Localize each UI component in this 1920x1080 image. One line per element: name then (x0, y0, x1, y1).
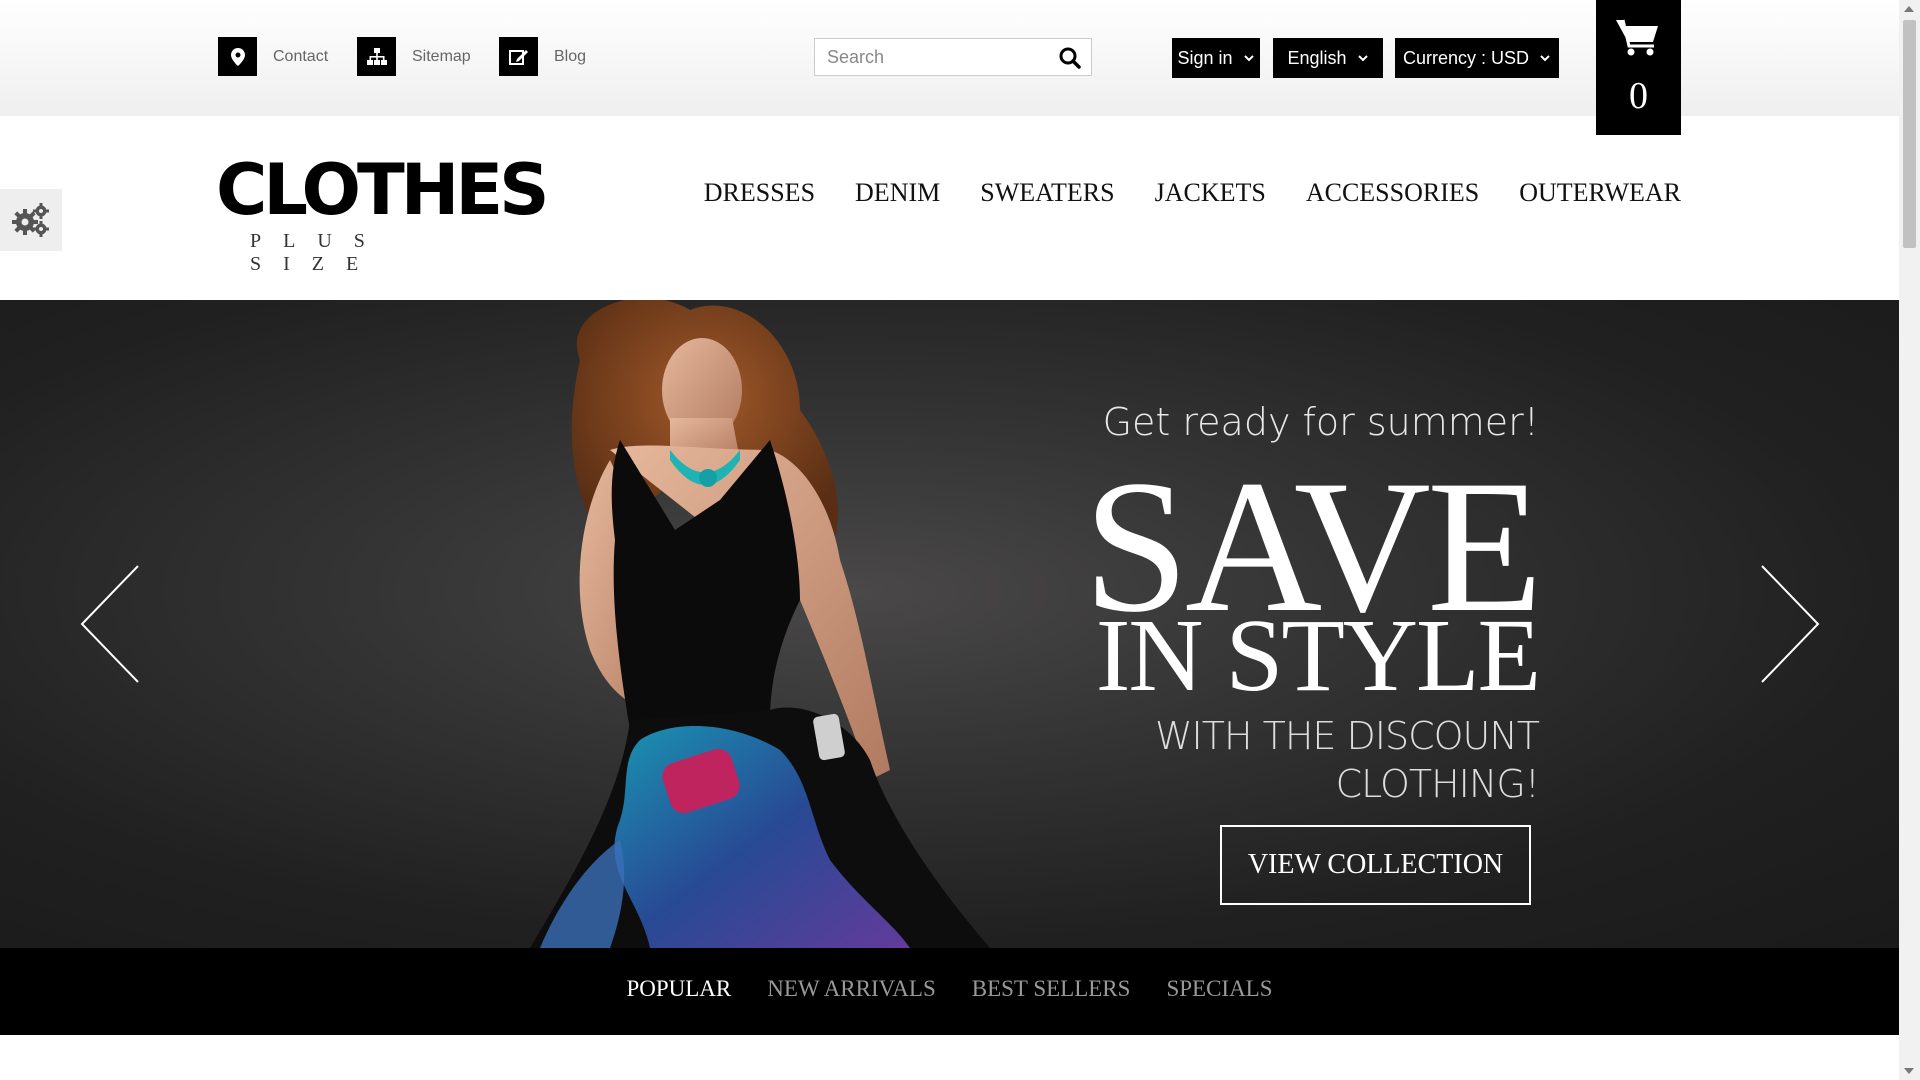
tab-new-arrivals[interactable]: NEW ARRIVALS (767, 976, 935, 1002)
settings-toggle[interactable] (0, 189, 62, 251)
prev-slide-button[interactable] (80, 564, 140, 684)
nav-outerwear[interactable]: OUTERWEAR (1519, 178, 1681, 208)
scroll-up-arrow-icon[interactable] (1904, 6, 1914, 12)
page: Contact Sitemap Blog Sign in English (0, 0, 1899, 1080)
blog-label: Blog (554, 47, 587, 65)
hero-headline-2: IN STYLE (1095, 598, 1541, 713)
nav-dresses[interactable]: DRESSES (704, 178, 815, 208)
hero-subline-1: WITH THE DISCOUNT (1154, 714, 1540, 758)
sitemap-label: Sitemap (412, 47, 471, 65)
search-button[interactable] (1057, 45, 1083, 71)
nav-sweaters[interactable]: SWEATERS (980, 178, 1114, 208)
hero-subline: WITH THE DISCOUNT CLOTHING! (939, 712, 1540, 808)
search-input[interactable] (827, 39, 1047, 75)
nav-denim[interactable]: DENIM (855, 178, 940, 208)
tab-specials[interactable]: SPECIALS (1166, 976, 1272, 1002)
search-icon (1059, 47, 1081, 69)
signin-label: Sign in (1177, 47, 1233, 68)
view-collection-button[interactable]: VIEW COLLECTION (1220, 825, 1531, 905)
shopping-cart-icon (1616, 19, 1658, 56)
cart-button[interactable]: 0 (1596, 0, 1681, 135)
tab-popular[interactable]: POPULAR (626, 976, 731, 1002)
currency-dropdown[interactable]: Currency : USD (1395, 38, 1559, 78)
contact-link[interactable]: Contact (218, 37, 328, 76)
blog-link[interactable]: Blog (499, 37, 586, 76)
sitemap-icon (357, 37, 396, 76)
top-bar: Contact Sitemap Blog Sign in English (0, 0, 1899, 135)
edit-icon (499, 37, 538, 76)
language-dropdown[interactable]: English (1273, 38, 1383, 78)
currency-label: Currency : USD (1402, 47, 1530, 68)
search-box (814, 38, 1092, 76)
contact-label: Contact (273, 47, 329, 65)
signin-dropdown[interactable]: Sign in (1172, 38, 1260, 78)
product-tabs-bar: POPULAR NEW ARRIVALS BEST SELLERS SPECIA… (0, 948, 1899, 1035)
sitemap-link[interactable]: Sitemap (357, 37, 471, 76)
hero-subline-2: CLOTHING! (1335, 762, 1540, 806)
next-slide-button[interactable] (1760, 564, 1820, 684)
logo-main-text: CLOTHES (216, 149, 550, 231)
scroll-thumb[interactable] (1903, 20, 1916, 248)
tab-best-sellers[interactable]: BEST SELLERS (972, 976, 1131, 1002)
chevron-down-icon (1540, 55, 1550, 62)
hero-slider: Get ready for summer! SAVE IN STYLE WITH… (0, 300, 1899, 948)
logo-sub-text: PLUS SIZE (250, 230, 387, 275)
product-tabs: POPULAR NEW ARRIVALS BEST SELLERS SPECIA… (0, 976, 1899, 1002)
nav-jackets[interactable]: JACKETS (1155, 178, 1266, 208)
cart-count: 0 (1629, 75, 1648, 117)
hero-tagline: Get ready for summer! (1102, 400, 1539, 444)
chevron-down-icon (1357, 55, 1368, 62)
main-nav: DRESSES DENIM SWEATERS JACKETS ACCESSORI… (664, 178, 1681, 208)
hero-text: Get ready for summer! SAVE IN STYLE WITH… (939, 400, 1543, 808)
language-label: English (1287, 47, 1347, 68)
map-marker-icon (218, 37, 257, 76)
page-scrollbar[interactable] (1899, 0, 1920, 1080)
scroll-down-arrow-icon[interactable] (1904, 1068, 1914, 1074)
nav-accessories[interactable]: ACCESSORIES (1306, 178, 1479, 208)
site-logo[interactable]: CLOTHES PLUS SIZE (216, 150, 550, 275)
gears-icon (12, 203, 49, 237)
chevron-down-icon (1243, 55, 1254, 62)
